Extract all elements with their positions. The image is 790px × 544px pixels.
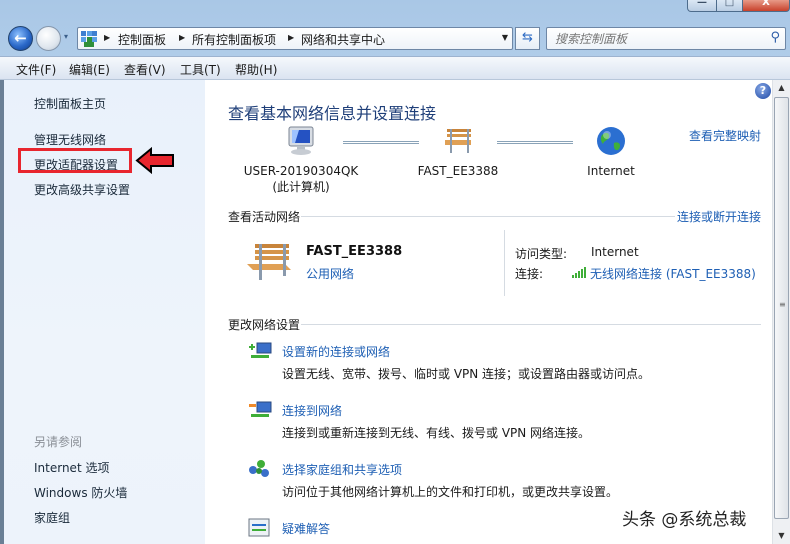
- sidebar-link-homegroup[interactable]: 家庭组: [34, 509, 70, 526]
- refresh-button[interactable]: ⇆: [515, 27, 540, 50]
- bench-icon: [247, 244, 291, 280]
- minimize-button[interactable]: —: [687, 0, 717, 12]
- wireless-connection-link[interactable]: 无线网络连接 (FAST_EE3388): [590, 265, 756, 282]
- forward-button[interactable]: [36, 26, 61, 51]
- connection-label: 连接:: [515, 267, 544, 281]
- map-node-network[interactable]: FAST_EE3388: [413, 125, 503, 178]
- close-icon: X: [762, 0, 770, 8]
- arrow-left-icon: ←: [14, 29, 27, 47]
- divider: [301, 216, 675, 217]
- breadcrumb-item-network-center[interactable]: 网络和共享中心: [301, 31, 385, 48]
- task-new-connection-desc: 设置无线、宽带、拨号、临时或 VPN 连接；或设置路由器或访问点。: [282, 367, 651, 381]
- title-bar: — □ X: [0, 0, 790, 22]
- internet-node-name: Internet: [587, 164, 635, 178]
- map-node-computer[interactable]: USER-20190304QK (此计算机): [241, 125, 361, 195]
- red-arrow-icon: [135, 147, 174, 174]
- globe-icon: [597, 127, 625, 155]
- breadcrumb-item-all-items[interactable]: 所有控制面板项: [192, 31, 276, 48]
- access-type-label: 访问类型:: [515, 247, 568, 261]
- search-icon[interactable]: ⚲: [770, 30, 780, 45]
- divider: [504, 230, 505, 296]
- close-button[interactable]: X: [742, 0, 790, 12]
- task-new-connection-link[interactable]: 设置新的连接或网络: [282, 343, 390, 360]
- search-box[interactable]: ⚲: [546, 27, 786, 50]
- troubleshoot-icon: [248, 518, 270, 537]
- network-node-name: FAST_EE3388: [417, 164, 499, 178]
- scroll-up-button[interactable]: ▲: [773, 80, 790, 96]
- bench-icon: [445, 129, 471, 153]
- task-connect-network-link[interactable]: 连接到网络: [282, 402, 342, 419]
- access-type-value: Internet: [591, 245, 639, 259]
- breadcrumb-separator-icon[interactable]: ▶: [179, 33, 185, 42]
- menu-tools[interactable]: 工具(T): [180, 61, 221, 78]
- breadcrumb-item-control-panel[interactable]: 控制面板: [118, 31, 166, 48]
- vertical-scrollbar[interactable]: ▲ ≡ ▼: [772, 80, 790, 544]
- computer-name: USER-20190304QK: [243, 164, 359, 178]
- menu-edit[interactable]: 编辑(E): [69, 61, 110, 78]
- see-also-heading: 另请参阅: [34, 435, 83, 449]
- main-content: ? 查看基本网络信息并设置连接 查看完整映射 USER-20190304QK (…: [205, 80, 772, 544]
- navigation-bar: ← ▾ ▶ 控制面板 ▶ 所有控制面板项 ▶ 网络和共享中心 ▼ ⇆ ⚲: [0, 24, 790, 52]
- menu-help[interactable]: 帮助(H): [235, 61, 277, 78]
- address-dropdown-icon[interactable]: ▼: [502, 33, 508, 42]
- sidebar-link-windows-firewall[interactable]: Windows 防火墙: [34, 484, 127, 501]
- task-troubleshoot-link[interactable]: 疑难解答: [282, 520, 330, 537]
- chevron-down-icon: ▾: [64, 32, 69, 41]
- minimize-icon: —: [697, 0, 707, 8]
- maximize-button[interactable]: □: [716, 0, 743, 12]
- network-type-link[interactable]: 公用网络: [306, 265, 354, 282]
- address-bar[interactable]: ▶ 控制面板 ▶ 所有控制面板项 ▶ 网络和共享中心 ▼: [77, 27, 513, 50]
- refresh-icon: ⇆: [522, 30, 533, 45]
- active-networks-heading: 查看活动网络: [228, 210, 301, 224]
- connect-network-icon: [249, 401, 272, 417]
- sidebar-link-manage-wireless[interactable]: 管理无线网络: [34, 131, 106, 148]
- view-full-map-link[interactable]: 查看完整映射: [689, 127, 761, 144]
- sidebar-link-advanced-sharing[interactable]: 更改高级共享设置: [34, 181, 130, 198]
- connect-disconnect-link[interactable]: 连接或断开连接: [677, 208, 761, 225]
- breadcrumb-separator-icon[interactable]: ▶: [104, 33, 110, 42]
- change-settings-heading: 更改网络设置: [228, 318, 301, 332]
- sidebar-link-control-panel-home[interactable]: 控制面板主页: [34, 95, 106, 112]
- task-homegroup-desc: 访问位于其他网络计算机上的文件和打印机，或更改共享设置。: [282, 485, 619, 499]
- maximize-icon: □: [724, 0, 735, 8]
- computer-icon: [288, 126, 314, 155]
- computer-sub-label: (此计算机): [272, 180, 330, 194]
- active-network-name: FAST_EE3388: [306, 244, 403, 259]
- map-node-internet[interactable]: Internet: [571, 125, 651, 178]
- control-panel-icon: [81, 31, 97, 47]
- back-button[interactable]: ←: [8, 26, 33, 51]
- sidebar-link-internet-options[interactable]: Internet 选项: [34, 459, 109, 476]
- highlight-box: [18, 148, 132, 173]
- menu-bar: 文件(F) 编辑(E) 查看(V) 工具(T) 帮助(H): [0, 56, 790, 80]
- breadcrumb-separator-icon[interactable]: ▶: [288, 33, 294, 42]
- search-input[interactable]: [555, 30, 755, 47]
- sidebar: 控制面板主页 管理无线网络 更改适配器设置 更改高级共享设置 另请参阅 Inte…: [0, 80, 205, 544]
- homegroup-icon: [249, 460, 269, 477]
- watermark: 头条 @系统总裁: [622, 510, 747, 530]
- new-connection-icon: [249, 342, 272, 358]
- scroll-down-button[interactable]: ▼: [773, 528, 790, 544]
- recent-pages-button[interactable]: ▾: [64, 32, 68, 41]
- map-connector: [343, 141, 419, 144]
- task-connect-network-desc: 连接到或重新连接到无线、有线、拨号或 VPN 网络连接。: [282, 426, 591, 440]
- grip-icon: ≡: [779, 300, 786, 309]
- wifi-signal-icon: [572, 267, 586, 278]
- task-homegroup-link[interactable]: 选择家庭组和共享选项: [282, 461, 402, 478]
- scroll-thumb[interactable]: ≡: [774, 97, 789, 519]
- menu-view[interactable]: 查看(V): [124, 61, 166, 78]
- page-title: 查看基本网络信息并设置连接: [228, 104, 437, 123]
- help-icon[interactable]: ?: [755, 83, 771, 99]
- map-connector: [497, 141, 573, 144]
- menu-file[interactable]: 文件(F): [16, 61, 56, 78]
- divider: [301, 324, 761, 325]
